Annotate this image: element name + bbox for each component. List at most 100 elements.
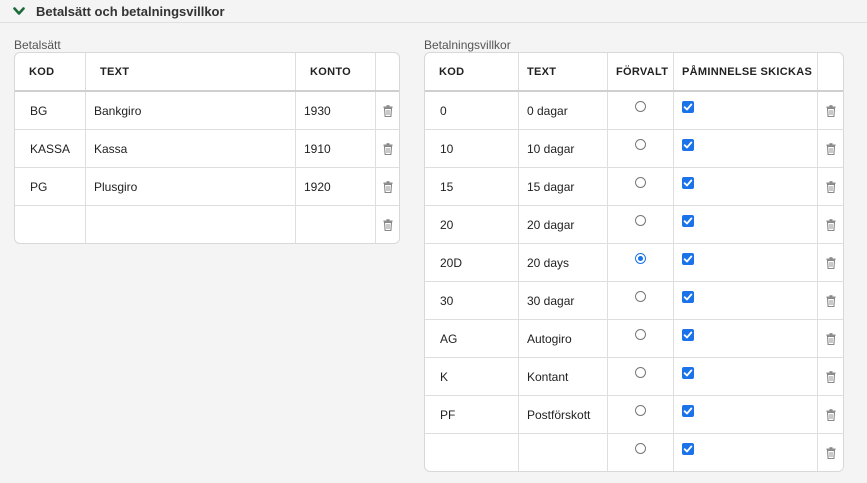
delete-row-button[interactable] <box>818 434 843 471</box>
cell-paminnelse <box>674 206 818 243</box>
trash-icon[interactable] <box>826 104 836 117</box>
delete-row-button[interactable] <box>818 244 843 281</box>
cell-kod[interactable] <box>15 206 86 243</box>
trash-icon[interactable] <box>383 104 393 117</box>
cell-kod[interactable]: KASSA <box>15 130 86 167</box>
cell-text[interactable]: Postförskott <box>519 396 608 433</box>
cell-konto[interactable]: 1920 <box>296 168 376 205</box>
cell-kod[interactable]: 10 <box>425 130 519 167</box>
delete-row-button[interactable] <box>376 206 399 243</box>
cell-text[interactable]: 15 dagar <box>519 168 608 205</box>
trash-icon[interactable] <box>826 180 836 193</box>
cell-text[interactable]: Kassa <box>86 130 296 167</box>
default-radio[interactable] <box>635 177 646 188</box>
cell-kod[interactable]: 30 <box>425 282 519 319</box>
cell-kod[interactable]: PG <box>15 168 86 205</box>
trash-icon[interactable] <box>826 218 836 231</box>
cell-paminnelse <box>674 244 818 281</box>
cell-kod[interactable]: 0 <box>425 92 519 129</box>
cell-text[interactable]: 20 dagar <box>519 206 608 243</box>
default-radio[interactable] <box>635 367 646 378</box>
cell-forvalt <box>608 282 674 319</box>
trash-icon[interactable] <box>383 142 393 155</box>
delete-row-button[interactable] <box>818 130 843 167</box>
cell-text[interactable]: Bankgiro <box>86 92 296 129</box>
trash-icon[interactable] <box>826 256 836 269</box>
column-header-paminnelse: PÅMINNELSE SKICKAS <box>674 53 818 90</box>
table-header-row: KOD TEXT KONTO <box>15 53 399 92</box>
cell-paminnelse <box>674 358 818 395</box>
reminder-checkbox[interactable] <box>682 366 694 379</box>
delete-row-button[interactable] <box>818 92 843 129</box>
cell-kod[interactable]: 20 <box>425 206 519 243</box>
cell-kod[interactable]: AG <box>425 320 519 357</box>
cell-kod[interactable]: K <box>425 358 519 395</box>
cell-paminnelse <box>674 130 818 167</box>
cell-text[interactable]: 30 dagar <box>519 282 608 319</box>
cell-text[interactable] <box>86 206 296 243</box>
reminder-checkbox[interactable] <box>682 176 694 189</box>
cell-forvalt <box>608 168 674 205</box>
column-header-kod: KOD <box>425 53 519 90</box>
trash-icon[interactable] <box>826 294 836 307</box>
delete-row-button[interactable] <box>376 168 399 205</box>
cell-konto[interactable] <box>296 206 376 243</box>
default-radio[interactable] <box>635 443 646 454</box>
delete-row-button[interactable] <box>818 358 843 395</box>
cell-text[interactable]: 0 dagar <box>519 92 608 129</box>
reminder-checkbox[interactable] <box>682 252 694 265</box>
table-row: KASSA Kassa 1910 <box>15 130 399 168</box>
cell-text[interactable]: 20 days <box>519 244 608 281</box>
cell-konto[interactable]: 1910 <box>296 130 376 167</box>
cell-paminnelse <box>674 434 818 471</box>
default-radio[interactable] <box>635 215 646 226</box>
column-header-actions <box>818 53 843 90</box>
reminder-checkbox[interactable] <box>682 442 694 455</box>
delete-row-button[interactable] <box>376 130 399 167</box>
cell-kod[interactable]: 20D <box>425 244 519 281</box>
trash-icon[interactable] <box>826 142 836 155</box>
table-row: AG Autogiro <box>425 320 843 358</box>
default-radio[interactable] <box>635 405 646 416</box>
cell-text[interactable] <box>519 434 608 471</box>
trash-icon[interactable] <box>826 446 836 459</box>
trash-icon[interactable] <box>383 180 393 193</box>
cell-konto[interactable]: 1930 <box>296 92 376 129</box>
cell-text[interactable]: Plusgiro <box>86 168 296 205</box>
cell-kod[interactable]: PF <box>425 396 519 433</box>
delete-row-button[interactable] <box>818 168 843 205</box>
reminder-checkbox[interactable] <box>682 290 694 303</box>
cell-text[interactable]: Autogiro <box>519 320 608 357</box>
reminder-checkbox[interactable] <box>682 214 694 227</box>
trash-icon[interactable] <box>826 332 836 345</box>
reminder-checkbox[interactable] <box>682 404 694 417</box>
column-header-kod: KOD <box>15 53 86 90</box>
delete-row-button[interactable] <box>818 206 843 243</box>
default-radio[interactable] <box>635 291 646 302</box>
trash-icon[interactable] <box>383 218 393 231</box>
delete-row-button[interactable] <box>818 282 843 319</box>
trash-icon[interactable] <box>826 370 836 383</box>
default-radio[interactable] <box>635 101 646 112</box>
table-row: BG Bankgiro 1930 <box>15 92 399 130</box>
delete-row-button[interactable] <box>376 92 399 129</box>
delete-row-button[interactable] <box>818 320 843 357</box>
cell-kod[interactable]: 15 <box>425 168 519 205</box>
table-row: 15 15 dagar <box>425 168 843 206</box>
cell-text[interactable]: 10 dagar <box>519 130 608 167</box>
trash-icon[interactable] <box>826 408 836 421</box>
delete-row-button[interactable] <box>818 396 843 433</box>
chevron-down-icon[interactable] <box>13 7 25 16</box>
cell-text[interactable]: Kontant <box>519 358 608 395</box>
table-row <box>15 206 399 243</box>
reminder-checkbox[interactable] <box>682 328 694 341</box>
reminder-checkbox[interactable] <box>682 100 694 113</box>
cell-kod[interactable] <box>425 434 519 471</box>
default-radio[interactable] <box>635 253 646 264</box>
default-radio[interactable] <box>635 139 646 150</box>
cell-forvalt <box>608 130 674 167</box>
default-radio[interactable] <box>635 329 646 340</box>
cell-kod[interactable]: BG <box>15 92 86 129</box>
reminder-checkbox[interactable] <box>682 138 694 151</box>
section-header[interactable]: Betalsätt och betalningsvillkor <box>0 0 867 23</box>
